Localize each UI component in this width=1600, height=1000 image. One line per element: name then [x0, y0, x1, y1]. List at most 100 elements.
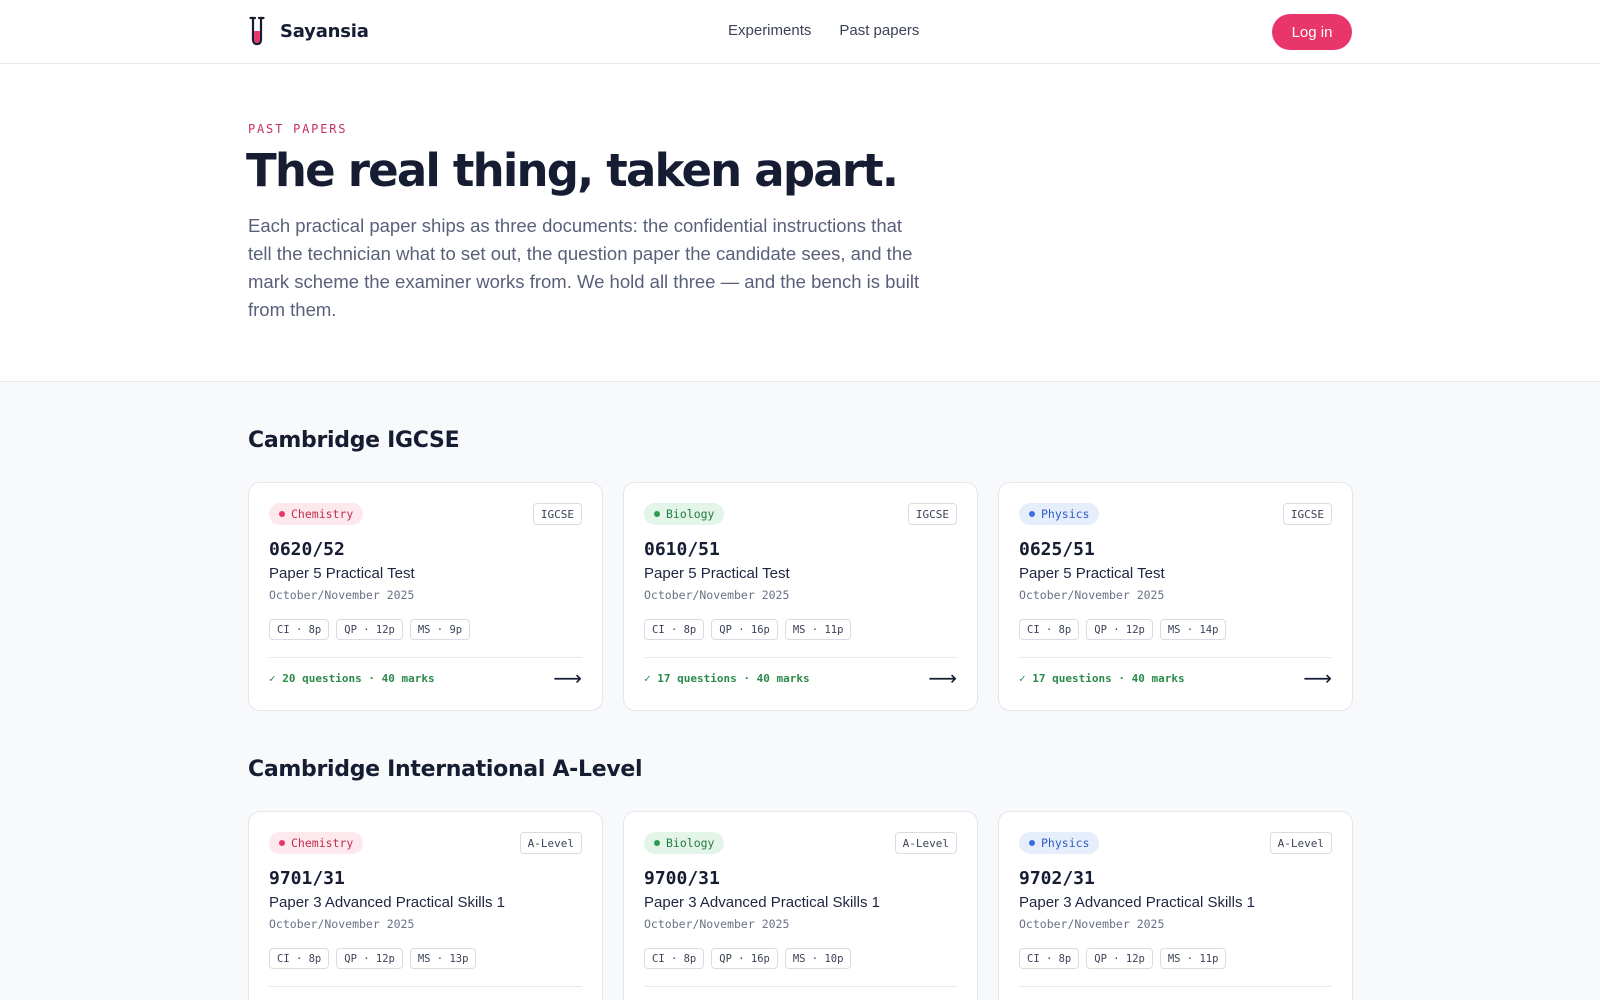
hero: PAST PAPERS The real thing, taken apart.…: [0, 64, 1600, 382]
level-badge: A-Level: [1269, 832, 1332, 854]
paper-name: Paper 3 Advanced Practical Skills 1: [644, 894, 880, 911]
paper-name: Paper 5 Practical Test: [269, 565, 415, 582]
card-divider: [1019, 657, 1332, 658]
doc-chip: QP · 16p: [711, 948, 778, 969]
subject-dot-icon: [654, 840, 660, 846]
nav-link-past-papers[interactable]: Past papers: [839, 22, 919, 39]
doc-chips: CI · 8p QP · 16p MS · 10p: [644, 948, 852, 969]
arrow-right-icon[interactable]: ⟶: [553, 666, 582, 690]
subject-badge: Chemistry: [269, 832, 364, 854]
subject-label: Physics: [1041, 507, 1090, 521]
paper-session: October/November 2025: [644, 588, 790, 602]
doc-chips: CI · 8p QP · 12p MS · 14p: [1019, 619, 1227, 640]
subject-badge: Chemistry: [269, 503, 364, 525]
subject-dot-icon: [279, 511, 285, 517]
paper-card[interactable]: Chemistry A-Level 9701/31 Paper 3 Advanc…: [248, 811, 603, 1000]
subject-label: Physics: [1041, 836, 1090, 850]
subject-dot-icon: [654, 511, 660, 517]
subject-badge: Physics: [1019, 503, 1100, 525]
subject-label: Chemistry: [291, 507, 354, 521]
doc-chip: MS · 14p: [1159, 619, 1227, 640]
level-badge: A-Level: [894, 832, 957, 854]
nav-links: Experiments Past papers: [728, 22, 919, 39]
a-level-card-grid: Chemistry A-Level 9701/31 Paper 3 Advanc…: [248, 811, 1353, 1000]
paper-code: 9700/31: [644, 868, 720, 889]
arrow-right-icon[interactable]: ⟶: [928, 666, 957, 690]
level-badge: A-Level: [519, 832, 582, 854]
doc-chip: MS · 9p: [409, 619, 471, 640]
doc-chip: QP · 16p: [711, 619, 778, 640]
subject-badge: Biology: [644, 832, 725, 854]
arrow-right-icon[interactable]: ⟶: [1303, 666, 1332, 690]
section-title-igcse: Cambridge IGCSE: [248, 428, 460, 453]
doc-chip: CI · 8p: [1019, 948, 1080, 969]
card-divider: [1019, 986, 1332, 987]
doc-chips: CI · 8p QP · 12p MS · 11p: [1019, 948, 1227, 969]
paper-card[interactable]: Chemistry IGCSE 0620/52 Paper 5 Practica…: [248, 482, 603, 711]
doc-chip: CI · 8p: [644, 619, 705, 640]
paper-session: October/November 2025: [1019, 588, 1165, 602]
nav-link-experiments[interactable]: Experiments: [728, 22, 811, 39]
paper-card[interactable]: Physics IGCSE 0625/51 Paper 5 Practical …: [998, 482, 1353, 711]
login-button[interactable]: Log in: [1272, 14, 1352, 50]
paper-card[interactable]: Biology IGCSE 0610/51 Paper 5 Practical …: [623, 482, 978, 711]
section-title-a-level: Cambridge International A-Level: [248, 757, 643, 782]
top-nav: Sayansia Experiments Past papers Log in: [0, 0, 1600, 64]
doc-chip: MS · 10p: [784, 948, 852, 969]
subject-dot-icon: [1029, 511, 1035, 517]
card-divider: [644, 657, 957, 658]
paper-code: 9702/31: [1019, 868, 1095, 889]
paper-name: Paper 3 Advanced Practical Skills 1: [269, 894, 505, 911]
subject-dot-icon: [1029, 840, 1035, 846]
paper-code: 9701/31: [269, 868, 345, 889]
subject-label: Biology: [666, 836, 715, 850]
card-divider: [269, 986, 582, 987]
doc-chip: CI · 8p: [644, 948, 705, 969]
doc-chip: CI · 8p: [269, 619, 330, 640]
paper-session: October/November 2025: [644, 917, 790, 931]
subject-label: Chemistry: [291, 836, 354, 850]
card-divider: [644, 986, 957, 987]
level-badge: IGCSE: [532, 503, 582, 525]
doc-chips: CI · 8p QP · 16p MS · 11p: [644, 619, 852, 640]
doc-chip: MS · 13p: [409, 948, 477, 969]
paper-card[interactable]: Physics A-Level 9702/31 Paper 3 Advanced…: [998, 811, 1353, 1000]
hero-eyebrow: PAST PAPERS: [248, 122, 348, 136]
paper-stats: ✓ 17 questions · 40 marks: [644, 672, 810, 685]
brand-name: Sayansia: [280, 20, 369, 42]
paper-code: 0620/52: [269, 539, 345, 560]
doc-chip: QP · 12p: [336, 948, 403, 969]
subject-badge: Physics: [1019, 832, 1100, 854]
igcse-card-grid: Chemistry IGCSE 0620/52 Paper 5 Practica…: [248, 482, 1353, 711]
doc-chips: CI · 8p QP · 12p MS · 13p: [269, 948, 477, 969]
brand[interactable]: Sayansia: [248, 16, 369, 46]
doc-chip: QP · 12p: [1086, 948, 1153, 969]
doc-chips: CI · 8p QP · 12p MS · 9p: [269, 619, 471, 640]
subject-label: Biology: [666, 507, 715, 521]
paper-stats: ✓ 17 questions · 40 marks: [1019, 672, 1185, 685]
level-badge: IGCSE: [907, 503, 957, 525]
level-badge: IGCSE: [1282, 503, 1332, 525]
paper-session: October/November 2025: [269, 588, 415, 602]
doc-chip: CI · 8p: [1019, 619, 1080, 640]
doc-chip: CI · 8p: [269, 948, 330, 969]
paper-name: Paper 3 Advanced Practical Skills 1: [1019, 894, 1255, 911]
doc-chip: QP · 12p: [336, 619, 403, 640]
page-title: The real thing, taken apart.: [246, 144, 899, 197]
test-tube-icon: [248, 16, 266, 46]
subject-badge: Biology: [644, 503, 725, 525]
paper-name: Paper 5 Practical Test: [1019, 565, 1165, 582]
doc-chip: MS · 11p: [784, 619, 852, 640]
paper-session: October/November 2025: [269, 917, 415, 931]
papers-content: Cambridge IGCSE Chemistry IGCSE 0620/52 …: [0, 382, 1600, 1000]
paper-session: October/November 2025: [1019, 917, 1165, 931]
paper-code: 0625/51: [1019, 539, 1095, 560]
paper-card[interactable]: Biology A-Level 9700/31 Paper 3 Advanced…: [623, 811, 978, 1000]
hero-description: Each practical paper ships as three docu…: [248, 215, 920, 320]
subject-dot-icon: [279, 840, 285, 846]
doc-chip: QP · 12p: [1086, 619, 1153, 640]
paper-stats: ✓ 20 questions · 40 marks: [269, 672, 435, 685]
card-divider: [269, 657, 582, 658]
paper-name: Paper 5 Practical Test: [644, 565, 790, 582]
doc-chip: MS · 11p: [1159, 948, 1227, 969]
